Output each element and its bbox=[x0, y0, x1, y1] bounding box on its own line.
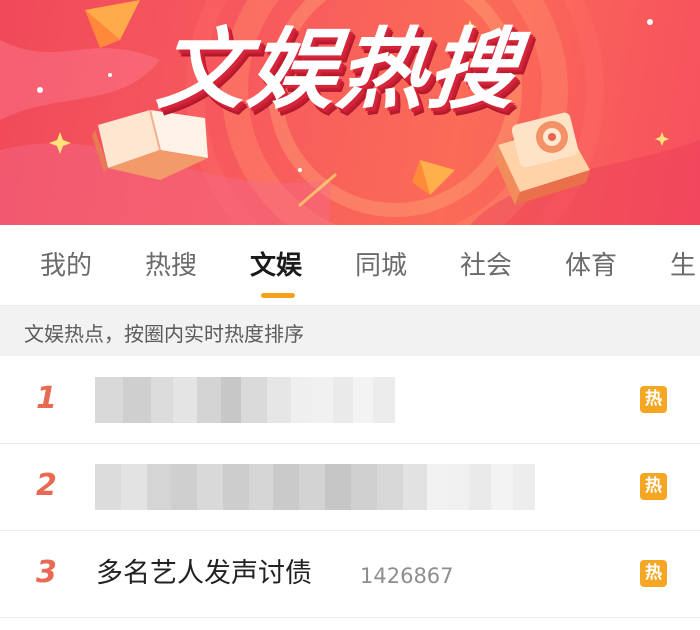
tab-sports[interactable]: 体育 bbox=[565, 249, 617, 283]
description-bar: 文娱热点，按圈内实时热度排序 bbox=[0, 306, 700, 356]
rank-number: 3 bbox=[36, 555, 57, 590]
banner-title: 文娱热搜 bbox=[152, 18, 524, 121]
description-text: 文娱热点，按圈内实时热度排序 bbox=[24, 322, 304, 346]
banner: 文娱热搜 bbox=[0, 0, 700, 225]
tab-hot-search[interactable]: 热搜 bbox=[145, 249, 197, 283]
heat-count: 1426867 bbox=[360, 564, 454, 588]
tab-mine[interactable]: 我的 bbox=[40, 249, 92, 283]
list-item[interactable]: 3 多名艺人发声讨债 1426867 热 bbox=[0, 531, 700, 618]
tab-bar: 我的 热搜 文娱 同城 社会 体育 生 bbox=[0, 225, 700, 306]
tab-society[interactable]: 社会 bbox=[460, 249, 512, 283]
list-item-title: 多名艺人发声讨债 bbox=[96, 558, 312, 589]
hot-badge: 热 bbox=[640, 560, 667, 587]
tab-local[interactable]: 同城 bbox=[355, 249, 407, 283]
tab-life[interactable]: 生 bbox=[670, 249, 696, 283]
list-item[interactable]: 1 热 bbox=[0, 357, 700, 444]
rank-number: 1 bbox=[36, 381, 57, 416]
active-tab-indicator bbox=[261, 293, 295, 298]
rank-number: 2 bbox=[36, 468, 57, 503]
blurred-title bbox=[95, 464, 535, 510]
hot-badge: 热 bbox=[640, 473, 667, 500]
hot-badge: 热 bbox=[640, 386, 667, 413]
blurred-title bbox=[95, 377, 395, 423]
list-item[interactable]: 2 热 bbox=[0, 444, 700, 531]
tab-entertainment[interactable]: 文娱 bbox=[250, 249, 302, 283]
